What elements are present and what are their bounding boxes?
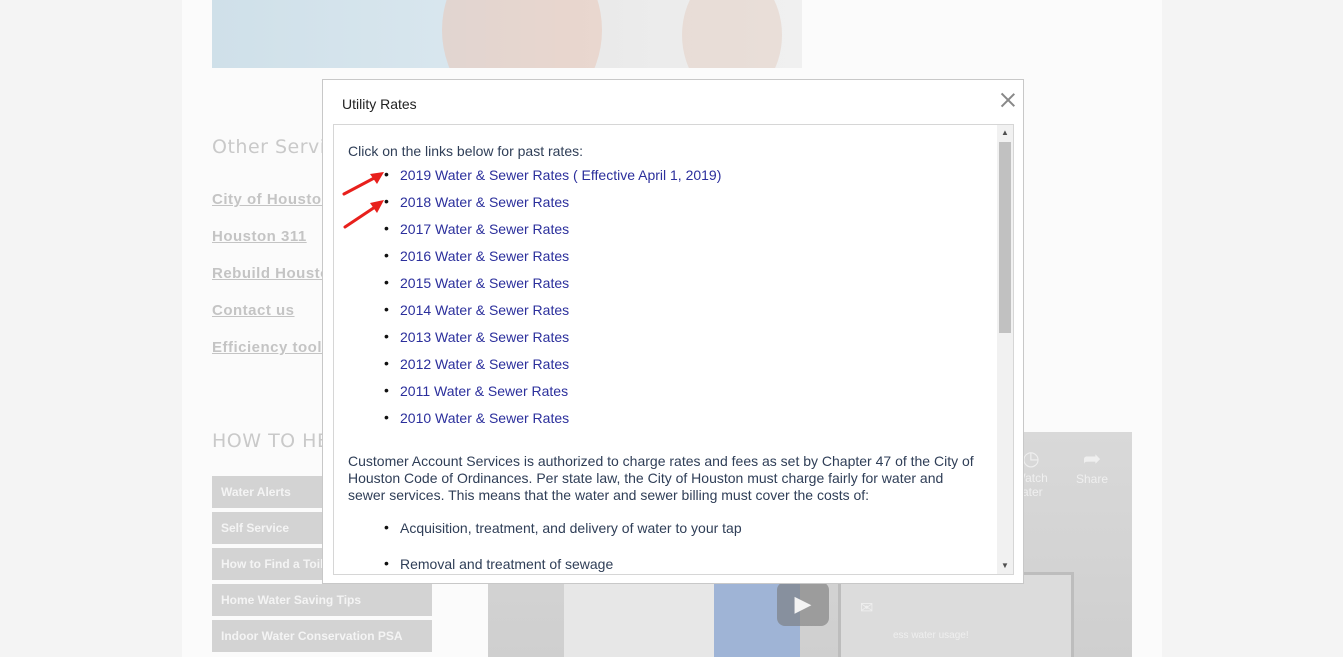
modal-content: Click on the links below for past rates:…: [348, 143, 988, 572]
service-link-rebuild-houston[interactable]: Rebuild Houston: [212, 265, 340, 282]
annotation-arrow-icon: [343, 200, 384, 229]
scrollbar-thumb[interactable]: [999, 142, 1011, 333]
hero-image: [212, 0, 802, 68]
scrollbar[interactable]: ▲ ▼: [997, 125, 1013, 574]
rate-link-2011[interactable]: 2011 Water & Sewer Rates: [400, 383, 568, 400]
rate-link-2016[interactable]: 2016 Water & Sewer Rates: [400, 248, 569, 265]
list-item: • 2013 Water & Sewer Rates: [384, 328, 570, 346]
video-usage-text: ess water usage!: [893, 630, 969, 641]
play-icon[interactable]: ▶: [777, 582, 829, 626]
service-link-houston-311[interactable]: Houston 311: [212, 228, 307, 245]
help-button-water-saving-tips[interactable]: Home Water Saving Tips: [212, 584, 432, 616]
rate-link-2010[interactable]: 2010 Water & Sewer Rates: [400, 410, 569, 427]
list-item: • 2019 Water & Sewer Rates ( Effective Ap…: [384, 166, 722, 184]
rate-link-2012[interactable]: 2012 Water & Sewer Rates: [400, 356, 569, 373]
list-item: • 2010 Water & Sewer Rates: [384, 409, 570, 427]
modal-title: Utility Rates: [342, 96, 417, 112]
annotation-arrow-icon: [342, 172, 384, 196]
list-item: • 2011 Water & Sewer Rates: [384, 382, 569, 400]
rate-link-2015[interactable]: 2015 Water & Sewer Rates: [400, 275, 569, 292]
list-item: • 2014 Water & Sewer Rates: [384, 301, 570, 319]
bullet: •: [384, 519, 389, 535]
cost-item-sewage: Removal and treatment of sewage: [400, 556, 614, 572]
rates-authority-paragraph: Customer Account Services is authorized …: [348, 453, 974, 503]
video-frame-white: [564, 572, 714, 657]
list-item: • 2018 Water & Sewer Rates: [384, 193, 570, 211]
service-link-city-of-houston[interactable]: City of Houston: [212, 191, 331, 208]
scroll-down-icon[interactable]: ▼: [997, 558, 1013, 574]
list-item: • 2016 Water & Sewer Rates: [384, 247, 570, 265]
service-link-contact-us[interactable]: Contact us: [212, 302, 295, 319]
rate-links-list: • 2019 Water & Sewer Rates ( Effective Ap…: [348, 160, 988, 430]
share-label: Share: [1075, 472, 1109, 486]
help-button-conservation-psa[interactable]: Indoor Water Conservation PSA: [212, 620, 432, 652]
list-item: • 2012 Water & Sewer Rates: [384, 355, 570, 373]
rate-link-2019[interactable]: 2019 Water & Sewer Rates ( Effective Apr…: [400, 167, 721, 184]
rate-link-2013[interactable]: 2013 Water & Sewer Rates: [400, 329, 569, 346]
list-item: • 2015 Water & Sewer Rates: [384, 274, 570, 292]
modal-body: Click on the links below for past rates:…: [333, 124, 1014, 575]
cost-item-water-delivery: Acquisition, treatment, and delivery of …: [400, 520, 742, 536]
bullet: •: [384, 555, 389, 571]
share-button[interactable]: ➦ Share: [1072, 446, 1112, 486]
rate-link-2018[interactable]: 2018 Water & Sewer Rates: [400, 194, 569, 211]
utility-rates-modal: Utility Rates Click on the links below f…: [322, 79, 1024, 584]
intro-text: Click on the links below for past rates:: [348, 143, 583, 159]
list-item: • 2017 Water & Sewer Rates: [384, 220, 570, 238]
share-icon: ➦: [1082, 446, 1102, 471]
rate-link-2014[interactable]: 2014 Water & Sewer Rates: [400, 302, 569, 319]
close-icon[interactable]: [1000, 92, 1016, 108]
scroll-up-icon[interactable]: ▲: [997, 125, 1013, 141]
mail-icon: ✉: [860, 600, 874, 617]
service-link-efficiency-tools[interactable]: Efficiency tools: [212, 339, 331, 356]
rate-link-2017[interactable]: 2017 Water & Sewer Rates: [400, 221, 569, 238]
